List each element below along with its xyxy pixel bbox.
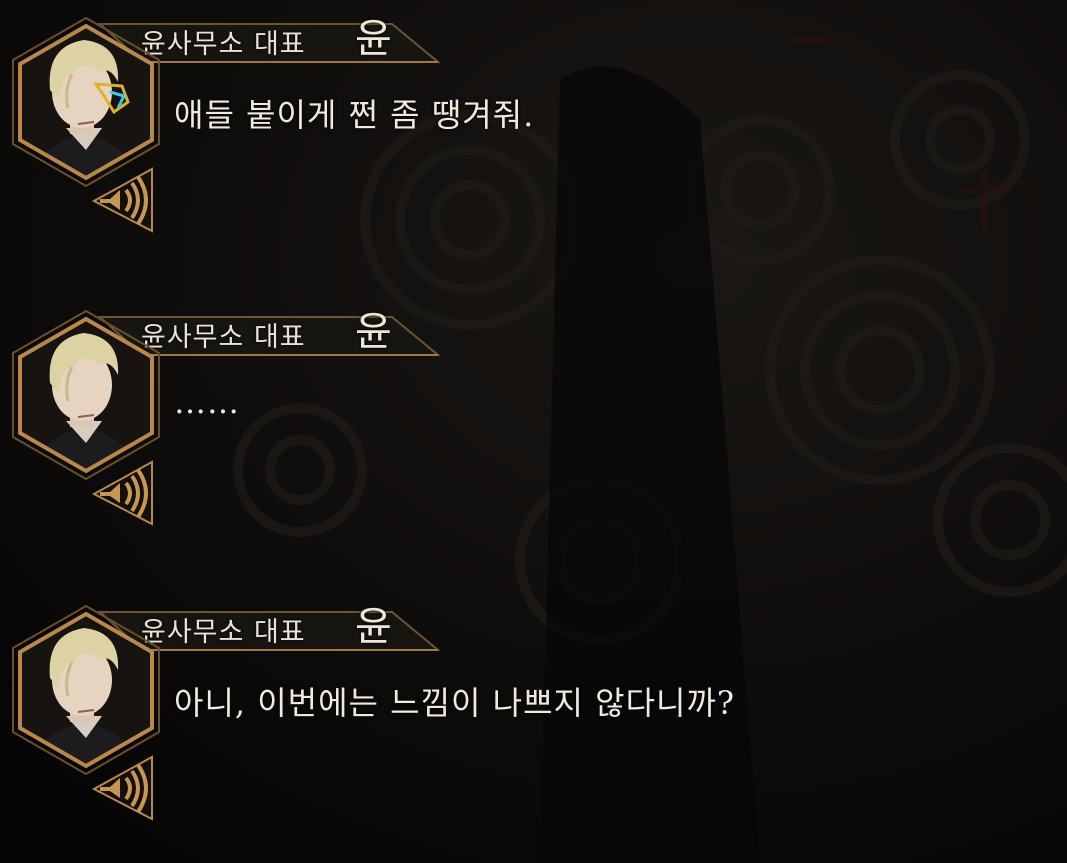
dialogue-text: 아니, 이번에는 느낌이 나쁘지 않다니까?	[174, 684, 736, 722]
voice-play-button[interactable]	[90, 753, 160, 823]
speaker-name: 윤	[355, 16, 392, 62]
speaker-name: 윤	[355, 604, 392, 650]
dialogue-entry: 윤사무소 대표 윤 아니, 이번에는 느낌이 나쁘지 않다니까?	[0, 588, 1067, 828]
speaker-name: 윤	[355, 309, 392, 355]
dialogue-entry: 윤사무소 대표 윤 애들 붙이게 쩐 좀 땡겨줘.	[0, 0, 1067, 240]
dialogue-text: 애들 붙이게 쩐 좀 땡겨줘.	[174, 96, 535, 134]
dialogue-text: ……	[174, 383, 240, 421]
voice-play-button[interactable]	[90, 165, 160, 235]
dialogue-entry: 윤사무소 대표 윤 ……	[0, 293, 1067, 533]
voice-play-button[interactable]	[90, 458, 160, 528]
